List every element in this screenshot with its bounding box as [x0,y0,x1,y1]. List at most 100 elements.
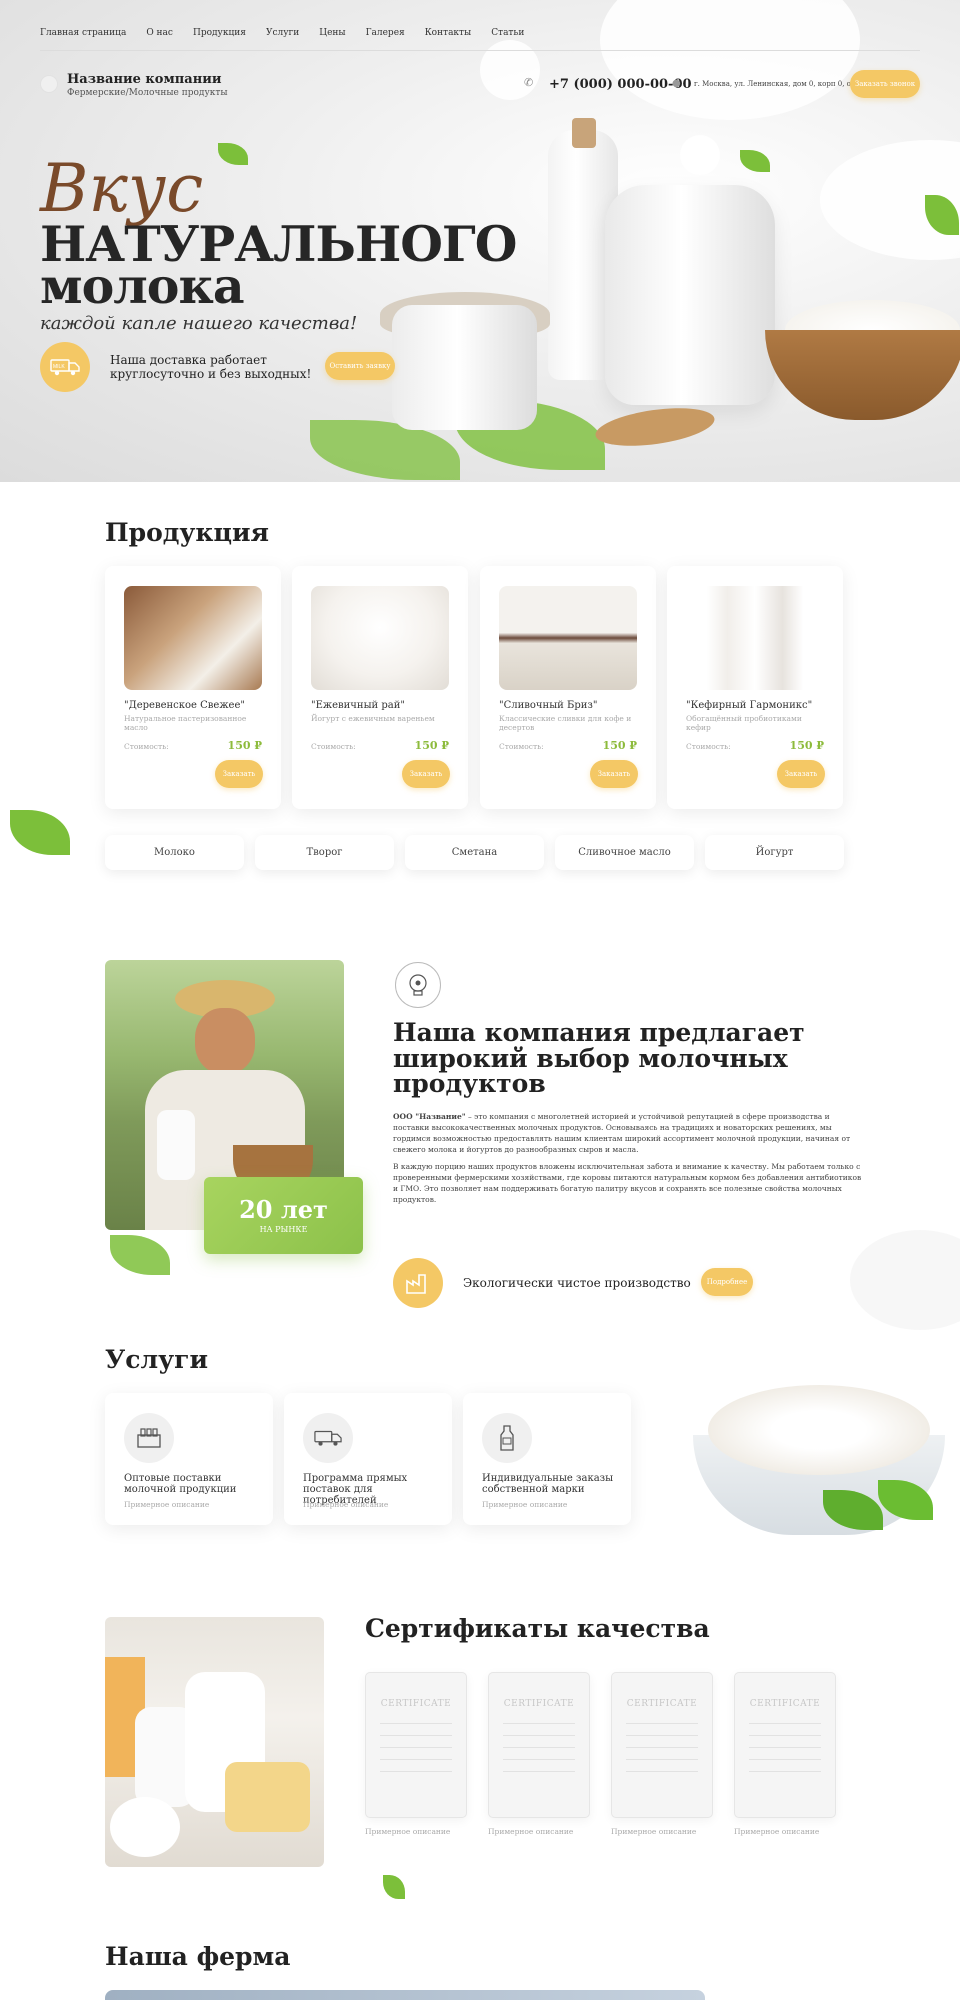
product-image [311,586,449,690]
milk-drop [480,40,540,100]
farm-title: Наша ферма [105,1942,291,1971]
certificate-heading: CERTIFICATE [749,1699,821,1709]
certificate-line [503,1735,575,1736]
nav-item-home[interactable]: Главная страница [40,28,126,38]
certificate-card[interactable]: CERTIFICATE [734,1672,836,1818]
product-cost-label: Стоимость: [124,742,169,751]
delivery-truck-icon [303,1413,353,1463]
nav-item-prices[interactable]: Цены [319,28,345,38]
certificate-line [749,1747,821,1748]
certificate-card[interactable]: CERTIFICATE [365,1672,467,1818]
category-sour-cream-button[interactable]: Сметана [405,835,544,870]
about-paragraph: ООО "Название" – это компания с многолет… [393,1112,863,1156]
nav-item-services[interactable]: Услуги [266,28,299,38]
certificate-line [380,1723,452,1724]
milk-drop [680,135,720,175]
product-card[interactable]: "Деревенское Свежее" Натуральное пастери… [105,566,281,809]
hero-section: Главная страница О нас Продукция Услуги … [0,0,960,482]
order-button[interactable]: Заказать [215,760,263,788]
address: г. Москва, ул. Ленинская, дом 0, корп 0,… [694,80,872,88]
nav-divider [40,50,920,51]
order-request-button[interactable]: Оставить заявку [325,352,395,380]
certificate-card[interactable]: CERTIFICATE [488,1672,590,1818]
callback-button[interactable]: Заказать звонок [850,70,920,98]
products-title: Продукция [105,518,269,547]
nav-item-gallery[interactable]: Галерея [366,28,405,38]
company-logo[interactable] [40,75,58,93]
nav-item-contacts[interactable]: Контакты [425,28,472,38]
certificate-heading: CERTIFICATE [380,1699,452,1709]
milk-bottle-icon [482,1413,532,1463]
product-card[interactable]: "Сливочный Бриз" Классические сливки для… [480,566,656,809]
product-description: Классические сливки для кофе и десертов [499,714,632,732]
milk-crate-icon [124,1413,174,1463]
service-title: Индивидуальные заказы собственной марки [482,1473,614,1495]
eco-production-text: Экологически чистое производство [463,1276,691,1290]
company-subtitle: Фермерские/Молочные продукты [67,88,228,98]
location-pin-icon: ● [672,78,681,89]
years-number: 20 лет [239,1195,328,1224]
certificates-title: Сертификаты качества [365,1614,710,1643]
dairy-products-photo [105,1617,324,1867]
farm-photo [105,1990,705,2000]
about-paragraph: В каждую порцию наших продуктов вложены … [393,1162,862,1204]
certificate-line [503,1723,575,1724]
product-cost-label: Стоимость: [311,742,356,751]
order-button[interactable]: Заказать [402,760,450,788]
service-card[interactable]: Программа прямых поставок для потребител… [284,1393,452,1525]
service-card[interactable]: Оптовые поставки молочной продукции Прим… [105,1393,273,1525]
product-price: 150 ₽ [789,739,824,752]
certificate-line [626,1735,698,1736]
nav-item-articles[interactable]: Статьи [491,28,524,38]
cork-illustration [572,118,596,148]
certificate-line [749,1759,821,1760]
more-button[interactable]: Подробнее [701,1268,753,1296]
about-title: Наша компания предлагает широкий выбор м… [393,1018,805,1098]
nav-item-about[interactable]: О нас [146,28,173,38]
category-butter-button[interactable]: Сливочное масло [555,835,694,870]
category-cottage-cheese-button[interactable]: Творог [255,835,394,870]
certificate-heading: CERTIFICATE [503,1699,575,1709]
product-price: 150 ₽ [414,739,449,752]
product-price: 150 ₽ [227,739,262,752]
leaf-decoration [383,1875,405,1899]
milk-jug [157,1110,195,1180]
service-description: Примерное описание [303,1500,389,1509]
milk-splash [850,1230,960,1330]
years-caption: НА РЫНКЕ [259,1225,308,1234]
product-card[interactable]: "Ежевичный рай" Йогурт с ежевичным варен… [292,566,468,809]
cottage-cheese [708,1385,930,1475]
mozzarella [110,1797,180,1857]
certificate-line [380,1759,452,1760]
yogurt-jar-illustration [392,305,537,430]
certificate-line [749,1723,821,1724]
certificate-heading: CERTIFICATE [626,1699,698,1709]
service-title: Оптовые поставки молочной продукции [124,1473,237,1495]
certificate-caption: Примерное описание [734,1827,820,1836]
order-button[interactable]: Заказать [590,760,638,788]
farmer-face [195,1008,255,1074]
product-name: "Сливочный Бриз" [499,700,598,711]
eco-factory-icon [393,1258,443,1308]
product-price: 150 ₽ [602,739,637,752]
category-yogurt-button[interactable]: Йогурт [705,835,844,870]
product-card[interactable]: "Кефирный Гармоникс" Обогащённый пробиот… [667,566,843,809]
product-image [124,586,262,690]
category-milk-button[interactable]: Молоко [105,835,244,870]
service-card[interactable]: Индивидуальные заказы собственной марки … [463,1393,631,1525]
company-name: Название компании [67,72,222,87]
product-name: "Кефирный Гармоникс" [686,700,813,711]
certificate-caption: Примерное описание [611,1827,697,1836]
nav-item-products[interactable]: Продукция [193,28,246,38]
product-cost-label: Стоимость: [686,742,731,751]
certificate-card[interactable]: CERTIFICATE [611,1672,713,1818]
certificate-line [749,1771,821,1772]
phone-number[interactable]: +7 (000) 000-00-00 [549,77,692,92]
milk-splash [600,0,860,120]
services-title: Услуги [105,1345,209,1374]
order-button[interactable]: Заказать [777,760,825,788]
service-description: Примерное описание [482,1500,568,1509]
certificate-line [380,1747,452,1748]
certificate-line [503,1759,575,1760]
leaf-decoration [740,150,770,172]
